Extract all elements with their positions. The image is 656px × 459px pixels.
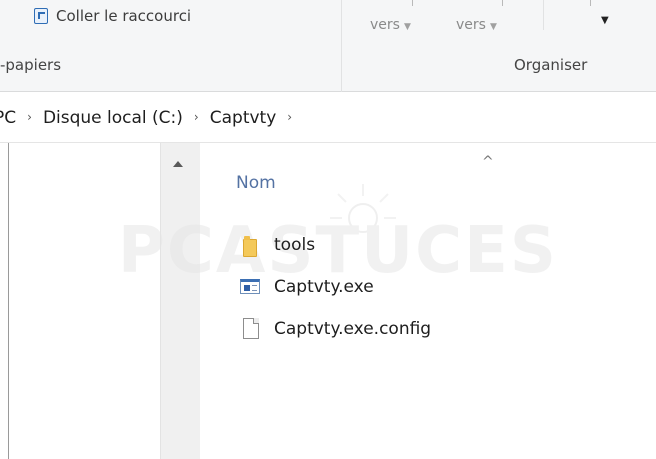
ribbon-group-divider bbox=[341, 0, 342, 92]
file-list: tools Captvty.exe Captvty.exe.config bbox=[240, 224, 431, 350]
breadcrumb-item-captvty[interactable]: Captvty bbox=[210, 108, 277, 128]
move-to-label: vers bbox=[370, 17, 400, 33]
ribbon-divider bbox=[543, 0, 544, 30]
sort-ascending-icon[interactable]: ^ bbox=[482, 154, 494, 170]
navigation-scrollbar[interactable] bbox=[160, 143, 200, 459]
paste-shortcut-button[interactable]: Coller le raccourci bbox=[34, 2, 191, 30]
ribbon: Coller le raccourci vers ▼ vers ▼ ▼ -papie… bbox=[0, 0, 656, 92]
navigation-pane-edge bbox=[8, 143, 9, 459]
copy-to-label: vers bbox=[456, 17, 486, 33]
column-header-name[interactable]: Nom bbox=[236, 173, 276, 193]
chevron-down-icon: ▼ bbox=[601, 15, 609, 26]
breadcrumb-separator-icon[interactable]: › bbox=[27, 110, 32, 124]
delete-dropdown-button[interactable]: ▼ bbox=[601, 15, 609, 26]
ribbon-tick bbox=[412, 0, 413, 6]
file-name: Captvty.exe bbox=[274, 277, 374, 297]
file-name: Captvty.exe.config bbox=[274, 319, 432, 339]
application-icon bbox=[240, 276, 262, 298]
organize-group-label: Organiser bbox=[514, 56, 588, 74]
paste-shortcut-label: Coller le raccourci bbox=[56, 7, 192, 25]
breadcrumb-item-local-disk[interactable]: Disque local (C:) bbox=[43, 108, 183, 128]
chevron-down-icon: ▼ bbox=[489, 22, 497, 32]
folder-icon bbox=[240, 234, 262, 257]
move-to-button[interactable]: vers ▼ bbox=[370, 17, 411, 33]
ribbon-tick bbox=[502, 0, 503, 6]
breadcrumb[interactable]: PC › Disque local (C:) › Captvty › bbox=[0, 93, 656, 143]
paste-shortcut-icon bbox=[34, 8, 48, 24]
chevron-down-icon: ▼ bbox=[403, 22, 411, 32]
ribbon-tick bbox=[590, 0, 591, 6]
list-item-exe[interactable]: Captvty.exe bbox=[240, 266, 431, 308]
scroll-up-arrow-icon[interactable] bbox=[173, 161, 183, 167]
document-icon bbox=[240, 318, 262, 340]
clipboard-group-label: -papiers bbox=[0, 56, 62, 74]
list-item-config[interactable]: Captvty.exe.config bbox=[240, 308, 431, 350]
file-name: tools bbox=[274, 235, 316, 255]
list-item-folder[interactable]: tools bbox=[240, 224, 431, 266]
breadcrumb-item-pc[interactable]: PC bbox=[0, 108, 16, 128]
breadcrumb-separator-icon[interactable]: › bbox=[194, 110, 199, 124]
breadcrumb-separator-icon[interactable]: › bbox=[287, 110, 292, 124]
copy-to-button[interactable]: vers ▼ bbox=[456, 17, 497, 33]
